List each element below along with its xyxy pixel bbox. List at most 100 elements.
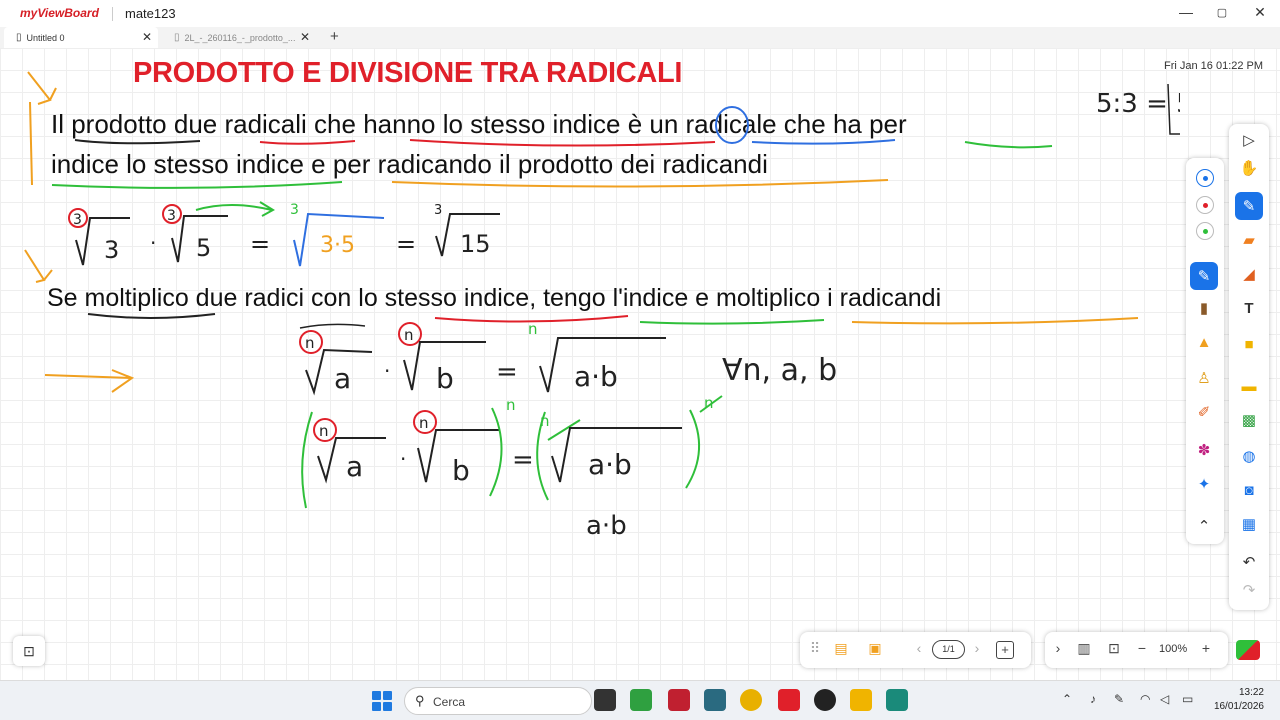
close-window-button[interactable]: ✕ <box>1250 4 1270 21</box>
color-swatch <box>1203 229 1208 234</box>
color-dot-green[interactable] <box>1196 222 1214 240</box>
undo-icon[interactable]: ↶ <box>1235 548 1263 576</box>
equals-sign: = <box>496 357 518 387</box>
globe-icon[interactable]: ◍ <box>1235 442 1263 470</box>
circle-e <box>715 106 749 144</box>
clipboard-icon[interactable]: ▣ <box>864 640 886 657</box>
toolbox-icon[interactable]: ▩ <box>1235 406 1263 434</box>
wifi-icon[interactable]: ◠ <box>1140 692 1150 706</box>
underline-mark <box>299 323 366 329</box>
close-paren <box>685 409 700 489</box>
sticky-note-icon[interactable]: ■ <box>1235 330 1263 358</box>
brush-icon[interactable]: ♙ <box>1190 364 1218 392</box>
exponent: n <box>506 396 516 414</box>
side-note: 5:3 = 5·1/3 <box>1096 89 1180 119</box>
myviewboard-logo-icon[interactable] <box>1236 640 1260 660</box>
highlighter-icon[interactable]: ▲ <box>1190 328 1218 356</box>
camera-icon[interactable]: ◙ <box>1235 476 1263 504</box>
app-icon[interactable] <box>668 689 690 711</box>
underline-radicale <box>751 139 896 145</box>
drag-handle-icon[interactable]: ⠿ <box>804 640 826 657</box>
screenshot-button[interactable]: ⊡ <box>13 636 45 666</box>
text-icon[interactable]: T <box>1235 294 1263 322</box>
color-dot-red[interactable] <box>1196 196 1214 214</box>
volume-icon[interactable]: ◁ <box>1160 692 1169 706</box>
folder-icon[interactable]: ▬ <box>1235 372 1263 400</box>
maximize-button[interactable]: ▢ <box>1212 6 1232 19</box>
underline-radicali <box>259 140 356 145</box>
color-dot-blue[interactable] <box>1196 169 1214 187</box>
radicand: a <box>346 450 363 483</box>
page-navigation-bar: ⠿ ▤ ▣ ‹ 1/1 › + <box>800 632 1031 668</box>
taskbar-search[interactable]: ⚲ Cerca <box>404 687 592 715</box>
zoom-level: 100% <box>1159 643 1188 655</box>
select-icon[interactable]: ▷ <box>1235 126 1263 154</box>
orange-arrow <box>27 71 57 105</box>
taskbar-clock[interactable]: 13:22 16/01/2026 <box>1208 686 1264 714</box>
result-product: a·b <box>586 511 627 541</box>
main-toolbar: ▷ ✋ ✎ ▰ ◢ T ■ ▬ ▩ ◍ ◙ ▦ ↶ ↷ <box>1229 124 1269 610</box>
handwriting-layer: 3 3 · 3 5 = 3 3·5 = 3 15 n a · n b = n a… <box>24 71 1180 541</box>
radicand: 3·5 <box>320 233 355 258</box>
pen-icon[interactable]: ✎ <box>1190 262 1218 290</box>
pen-tray-icon[interactable]: ✎ <box>1114 692 1124 706</box>
underline-stesso-indice <box>409 139 716 147</box>
root-index: 3 <box>167 208 176 224</box>
zoom-out-button[interactable]: − <box>1131 640 1153 656</box>
pen-icon[interactable]: ✎ <box>1235 192 1263 220</box>
clock-date: 16/01/2026 <box>1213 701 1264 712</box>
apps-icon[interactable]: ▦ <box>1235 510 1263 538</box>
zoom-in-button[interactable]: + <box>1195 640 1217 656</box>
root-index: n <box>528 320 538 338</box>
app-icon[interactable] <box>814 689 836 711</box>
root-index: 3 <box>73 212 82 228</box>
eraser-icon[interactable]: ▰ <box>1235 226 1263 254</box>
prev-page-button[interactable]: ‹ <box>908 640 930 656</box>
collapse-icon[interactable]: ⌃ <box>1190 512 1218 540</box>
app-icon[interactable] <box>886 689 908 711</box>
equals-sign: = <box>250 230 270 258</box>
fit-screen-icon[interactable]: ⊡ <box>1103 640 1125 657</box>
radicand: 5 <box>196 234 211 262</box>
search-icon: ⚲ <box>415 693 425 708</box>
marker-icon[interactable]: ▮ <box>1190 294 1218 322</box>
orange-arrow <box>44 369 135 393</box>
chevron-up-icon[interactable]: ⌃ <box>1062 692 1072 706</box>
task-view-icon[interactable] <box>594 689 616 711</box>
microphone-icon[interactable]: ♪ <box>1090 692 1096 706</box>
radicand: a·b <box>574 360 618 393</box>
start-button[interactable] <box>372 691 392 711</box>
shape-icon[interactable]: ◢ <box>1235 260 1263 288</box>
battery-icon[interactable]: ▭ <box>1182 692 1193 706</box>
app-icon[interactable] <box>630 689 652 711</box>
file-explorer-icon[interactable] <box>850 689 872 711</box>
next-page-button[interactable]: › <box>966 640 988 656</box>
underline-moltiplico <box>87 313 216 319</box>
clock-time: 13:22 <box>1238 687 1264 698</box>
magic-pen-icon[interactable]: ✽ <box>1190 436 1218 464</box>
underline-prodotto <box>74 139 201 145</box>
capture-icon: ⊡ <box>23 642 35 659</box>
radicand: a·b <box>588 448 632 481</box>
page-manager-icon[interactable]: ▤ <box>830 640 852 657</box>
expand-icon[interactable]: › <box>1047 640 1069 656</box>
close-paren <box>489 407 503 497</box>
myviewboard-taskbar-icon[interactable] <box>778 689 800 711</box>
chrome-icon[interactable] <box>740 689 762 711</box>
color-swatch <box>1203 176 1208 181</box>
root-index: n <box>419 414 429 432</box>
app-icon[interactable] <box>704 689 726 711</box>
crayon-icon[interactable]: ✐ <box>1190 398 1218 426</box>
redo-icon[interactable]: ↷ <box>1235 576 1263 604</box>
hand-icon[interactable]: ✋ <box>1235 154 1263 182</box>
radicand: 3 <box>104 236 119 264</box>
underline-indice <box>51 181 343 189</box>
page-indicator[interactable]: 1/1 <box>932 640 965 659</box>
underline-ha-per <box>964 141 1053 149</box>
map-icon[interactable]: ▥ <box>1073 640 1095 657</box>
equals-sign: = <box>396 230 416 258</box>
sparkle-pen-icon[interactable]: ✦ <box>1190 470 1218 498</box>
add-page-button[interactable]: + <box>996 641 1014 659</box>
color-swatch <box>1203 203 1208 208</box>
root-index: n <box>404 326 414 344</box>
